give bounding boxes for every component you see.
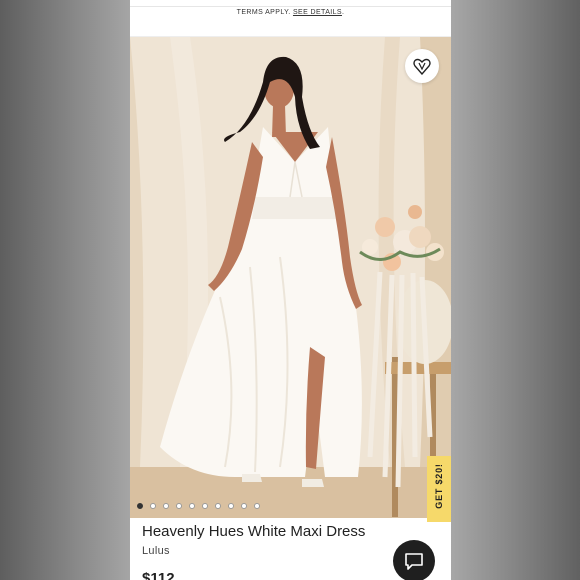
terms-text: TERMS APPLY.: [236, 9, 291, 16]
product-photo: [130, 37, 451, 518]
product-image-carousel[interactable]: [130, 37, 451, 518]
get-offer-tab[interactable]: GET $20!: [427, 456, 451, 522]
background-left: [0, 0, 130, 580]
favorite-button[interactable]: [405, 49, 439, 83]
carousel-dot[interactable]: [254, 503, 260, 509]
see-details-link[interactable]: SEE DETAILS: [293, 9, 342, 16]
carousel-dot[interactable]: [137, 503, 143, 509]
promo-text: TERMS APPLY. SEE DETAILS.: [130, 9, 451, 16]
product-page: TERMS APPLY. SEE DETAILS. GET $20! Heave…: [130, 0, 451, 580]
carousel-dot[interactable]: [163, 503, 169, 509]
promo-banner: TERMS APPLY. SEE DETAILS.: [130, 0, 451, 37]
chat-bubble-icon: [405, 553, 423, 570]
carousel-dot[interactable]: [241, 503, 247, 509]
carousel-dot[interactable]: [189, 503, 195, 509]
product-brand: Lulus: [142, 545, 170, 557]
get-offer-label: GET $20!: [434, 463, 444, 509]
carousel-pagination: [137, 503, 260, 511]
carousel-dot[interactable]: [228, 503, 234, 509]
carousel-dot[interactable]: [202, 503, 208, 509]
heart-outline-icon: [413, 58, 431, 75]
background-right: [451, 0, 580, 580]
divider: [130, 6, 451, 7]
carousel-dot[interactable]: [215, 503, 221, 509]
product-title: Heavenly Hues White Maxi Dress: [142, 523, 366, 540]
carousel-dot[interactable]: [176, 503, 182, 509]
product-price: $112: [142, 570, 175, 580]
chat-button[interactable]: [393, 540, 435, 580]
carousel-dot[interactable]: [150, 503, 156, 509]
terms-period: .: [341, 9, 345, 16]
